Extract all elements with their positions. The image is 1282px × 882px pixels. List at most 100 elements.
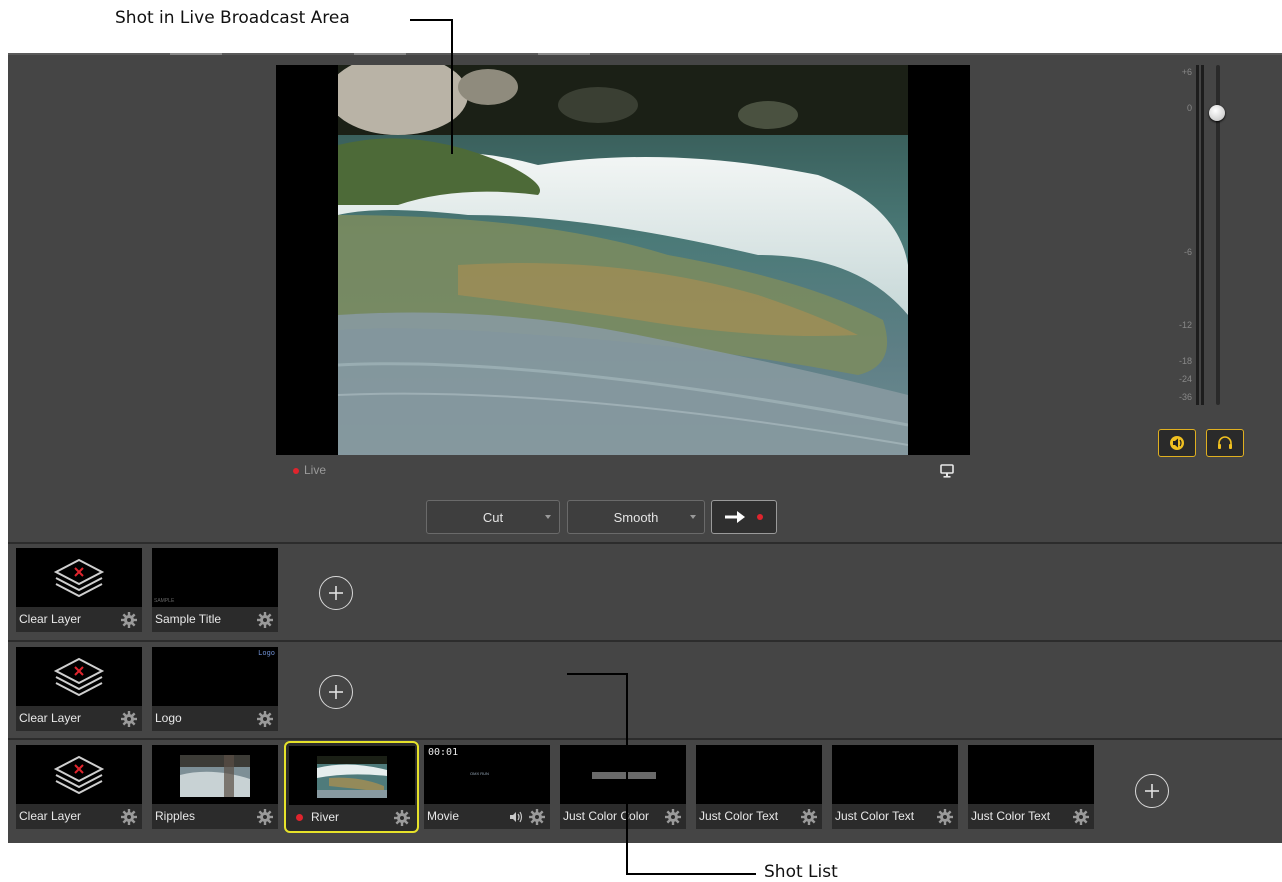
shot-thumbnail: SAMPLE [152,548,278,607]
layer-row-2: Clear Layer Logo Logo [8,646,1282,736]
add-shot-button[interactable] [319,576,353,610]
shot-thumbnail [968,745,1094,804]
plus-icon [1145,784,1159,798]
cut-dropdown[interactable]: Cut [426,500,560,534]
monitor-icon[interactable] [939,463,955,479]
app-window: Live Cut Smooth +6 0 -6 -12 -18 -24 -36 [8,53,1282,843]
tab-hint-3 [538,53,590,55]
audio-volume-icon[interactable] [508,810,524,824]
shot-label: Just Color Color [563,809,650,823]
callout-shot-list: Shot List [764,862,838,882]
speaker-button[interactable] [1158,429,1196,457]
clear-layer-icon [53,558,105,598]
layer-row-1: Clear Layer SAMPLE Sample Title [8,547,1282,637]
shot-logo[interactable]: Logo Logo [152,647,278,731]
take-live-dot [757,514,763,520]
gear-icon[interactable] [256,710,274,728]
shot-label-bar: Ripples [152,804,278,829]
shot-label: Clear Layer [19,711,82,725]
shot-thumbnail [16,548,142,607]
callout-line-h-bottom [626,873,756,875]
shot-label-bar: Clear Layer [16,607,142,632]
gear-icon[interactable] [1072,808,1090,826]
shot-thumbnail: Logo [152,647,278,706]
live-broadcast-area[interactable] [276,65,970,455]
chevron-down-icon [545,515,551,519]
top-strip [8,53,1282,55]
river-scene [338,65,908,455]
headphones-icon [1218,436,1232,449]
shot-river[interactable]: River [284,741,419,833]
meter-tick: 0 [1186,103,1192,113]
gear-icon[interactable] [256,808,274,826]
meter-tick: -18 [1178,356,1192,366]
shot-just-color-color[interactable]: Just Color Color [560,745,686,829]
smooth-dropdown[interactable]: Smooth [567,500,705,534]
shot-thumb-text: SAMPLE [154,598,175,604]
shot-thumbnail [16,647,142,706]
speaker-icon [1170,436,1184,450]
gear-icon[interactable] [664,808,682,826]
shot-movie[interactable]: 00:01 OMX RUN Movie [424,745,550,829]
shot-timecode: 00:01 [428,747,459,758]
meter-tick: +6 [1181,67,1192,77]
gear-icon[interactable] [120,710,138,728]
callout-line-v-bottom [626,673,628,874]
plus-icon [329,586,343,600]
gear-icon[interactable] [936,808,954,826]
gear-icon[interactable] [120,611,138,629]
add-shot-button[interactable] [1135,774,1169,808]
take-button[interactable] [711,500,777,534]
tab-hint-2 [354,53,406,55]
headphones-button[interactable] [1206,429,1244,457]
row-separator [8,542,1282,544]
shot-just-color-text[interactable]: Just Color Text [696,745,822,829]
shot-just-color-text[interactable]: Just Color Text [832,745,958,829]
live-status-label: Live [304,463,327,477]
volume-fader-handle[interactable] [1209,105,1225,121]
shot-label-bar: Just Color Text [968,804,1094,829]
shot-clear-layer[interactable]: Clear Layer [16,745,142,829]
shot-label: Just Color Text [699,809,779,823]
shot-clear-layer[interactable]: Clear Layer [16,548,142,632]
shot-clear-layer[interactable]: Clear Layer [16,647,142,731]
shot-thumb-text: OMX RUN [470,771,489,776]
live-status-bar: Live [276,461,970,481]
shot-sample-title[interactable]: SAMPLE Sample Title [152,548,278,632]
shot-just-color-text[interactable]: Just Color Text [968,745,1094,829]
shot-label: River [311,810,340,824]
gear-icon[interactable] [256,611,274,629]
shot-thumbnail: 00:01 OMX RUN [424,745,550,804]
layer-row-3: Clear Layer Ripples River 00:01 OMX RUN … [8,741,1282,834]
river-thumbnail [317,756,387,798]
shot-label-bar: Logo [152,706,278,731]
gear-icon[interactable] [800,808,818,826]
smooth-dropdown-label: Smooth [613,509,659,525]
callout-line-h-mid [567,673,627,675]
color-bar-preview [592,772,656,779]
meter-tick: -36 [1178,392,1192,402]
shot-thumbnail [16,745,142,804]
arrow-right-icon [725,511,745,523]
shot-label-bar: Clear Layer [16,706,142,731]
shot-label-bar: Just Color Text [696,804,822,829]
shot-ripples[interactable]: Ripples [152,745,278,829]
row-separator [8,640,1282,642]
shot-label: Logo [155,711,182,725]
shot-label: Sample Title [155,612,222,626]
meter-tick: -24 [1178,374,1192,384]
gear-icon[interactable] [393,809,411,827]
shot-thumb-text: Logo [258,649,275,657]
shot-thumbnail [289,746,415,805]
add-shot-button[interactable] [319,675,353,709]
gear-icon[interactable] [528,808,546,826]
gear-icon[interactable] [120,808,138,826]
shot-label: Just Color Text [971,809,1051,823]
callout-line-v-top [451,19,453,154]
chevron-down-icon [690,515,696,519]
shot-thumbnail [832,745,958,804]
shot-label: Ripples [155,809,196,823]
live-indicator-dot [293,468,299,474]
shot-thumbnail [560,745,686,804]
shot-thumbnail [152,745,278,804]
